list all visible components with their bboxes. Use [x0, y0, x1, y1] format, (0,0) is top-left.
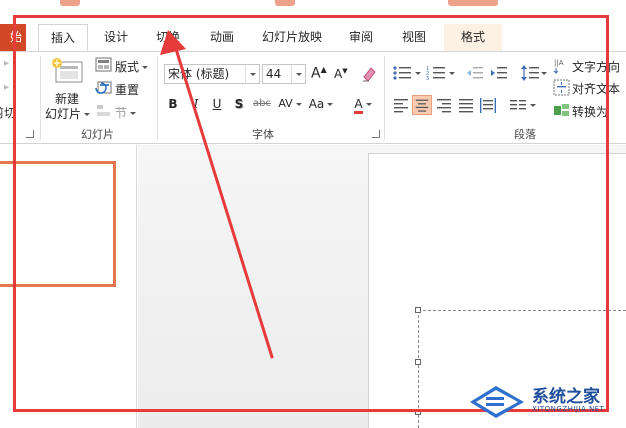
numbering-icon[interactable]: 1 2 3	[426, 65, 456, 81]
resize-handle[interactable]	[415, 307, 421, 313]
font-color-label: A	[354, 97, 363, 114]
group-separator	[157, 56, 158, 140]
convert-smartart-button[interactable]: 转换为	[572, 103, 608, 120]
font-name-combo[interactable]: 宋体 (标题)	[164, 64, 260, 84]
watermark-logo-icon	[470, 386, 524, 418]
new-slide-dropdown[interactable]: 幻灯片	[45, 105, 91, 122]
align-text-icon[interactable]	[553, 79, 570, 96]
title-bar-fragment	[275, 0, 295, 6]
group-separator	[384, 56, 385, 140]
underline-button[interactable]: U	[208, 95, 226, 113]
chevron-down-icon	[365, 103, 372, 106]
cut-button[interactable]: 剪切	[0, 104, 16, 121]
layout-button[interactable]: 版式	[115, 58, 149, 75]
layout-icon[interactable]	[95, 57, 112, 72]
italic-button[interactable]: I	[187, 95, 205, 113]
tab-review[interactable]: 审阅	[341, 24, 381, 51]
watermark-subtitle: XITONGZHIJIA.NET	[532, 405, 605, 413]
align-right-icon[interactable]	[434, 95, 454, 115]
chevron-down-icon	[84, 113, 91, 116]
font-color-button[interactable]: A	[348, 95, 378, 114]
char-spacing-label: AV	[278, 97, 293, 110]
section-icon[interactable]	[95, 103, 112, 118]
font-size-value: 44	[266, 67, 282, 81]
reset-icon[interactable]	[95, 80, 112, 95]
increase-indent-icon[interactable]	[490, 65, 508, 81]
grow-font-label: A	[311, 65, 321, 82]
grow-font-button[interactable]: A▲	[311, 65, 327, 82]
font-name-value: 宋体 (标题)	[168, 67, 230, 81]
columns-icon[interactable]	[508, 95, 538, 115]
align-left-icon[interactable]	[391, 95, 411, 115]
clipboard-launcher-icon[interactable]	[26, 130, 34, 138]
powerpoint-window: 始 插入 设计 切换 动画 幻灯片放映 审阅 视图 格式 ▸ ▸ 剪切 新建 幻…	[0, 0, 626, 428]
tab-file[interactable]: 始	[0, 24, 26, 51]
layout-label: 版式	[115, 60, 140, 74]
title-bar-fragment	[448, 0, 498, 6]
title-bar-fragment	[60, 0, 80, 6]
line-spacing-icon[interactable]	[520, 64, 548, 82]
bullets-icon[interactable]	[392, 65, 422, 81]
chevron-down-icon	[142, 66, 149, 69]
align-text-button[interactable]: 对齐文本	[572, 80, 620, 97]
chevron-down-icon	[327, 103, 334, 106]
slide-thumbnail[interactable]	[0, 161, 116, 287]
text-direction-button[interactable]: 文字方向	[572, 58, 620, 75]
group-separator	[40, 56, 41, 140]
justify-icon[interactable]	[456, 95, 476, 115]
paragraph-group-label: 段落	[514, 128, 536, 141]
chevron-down-icon	[295, 102, 302, 106]
watermark-title: 系统之家	[532, 387, 600, 407]
font-launcher-icon[interactable]	[372, 130, 380, 138]
font-group-label: 字体	[252, 128, 274, 141]
font-size-combo[interactable]: 44	[262, 64, 306, 84]
shrink-font-button[interactable]: A▼	[334, 67, 348, 81]
chevron-down-icon[interactable]	[245, 65, 259, 83]
tab-animations[interactable]: 动画	[202, 24, 242, 51]
text-direction-icon[interactable]: ||A	[553, 57, 570, 74]
align-center-button[interactable]	[412, 95, 432, 115]
slide-thumbnails-pane[interactable]	[0, 145, 137, 428]
slides-group-label: 幻灯片	[81, 128, 114, 141]
new-slide-label-2: 幻灯片	[45, 107, 82, 121]
tab-insert[interactable]: 插入	[38, 24, 88, 52]
new-slide-icon[interactable]	[50, 56, 84, 86]
align-center-icon	[415, 99, 429, 112]
title-bar	[0, 0, 626, 24]
watermark: 系统之家 XITONGZHIJIA.NET	[466, 378, 626, 426]
chevron-down-icon	[130, 112, 137, 115]
shadow-button[interactable]: S	[230, 95, 248, 113]
clear-format-icon[interactable]	[360, 65, 378, 83]
shrink-font-label: A	[334, 67, 343, 81]
tab-slideshow[interactable]: 幻灯片放映	[255, 24, 329, 51]
resize-handle[interactable]	[415, 359, 421, 365]
change-case-label: Aa	[308, 97, 325, 111]
smartart-icon[interactable]	[553, 102, 570, 119]
tab-format[interactable]: 格式	[444, 24, 502, 51]
ribbon: ▸ ▸ 剪切 新建 幻灯片 版式 重置	[0, 51, 626, 144]
chevron-down-icon[interactable]	[291, 65, 305, 83]
change-case-button[interactable]: Aa	[306, 95, 336, 113]
char-spacing-button[interactable]: AV	[276, 95, 304, 113]
section-label: 节	[115, 106, 128, 120]
clipboard-arrow-icon: ▸	[4, 82, 10, 93]
section-button[interactable]: 节	[115, 104, 137, 121]
tab-transitions[interactable]: 切换	[148, 24, 188, 51]
svg-text:3: 3	[426, 76, 429, 81]
resize-handle[interactable]	[415, 409, 421, 415]
clipboard-arrow-icon: ▸	[4, 58, 10, 69]
decrease-indent-icon[interactable]	[466, 65, 484, 81]
ribbon-tabs: 始 插入 设计 切换 动画 幻灯片放映 审阅 视图 格式	[0, 24, 626, 52]
tab-view[interactable]: 视图	[394, 24, 434, 51]
svg-text:||A: ||A	[554, 59, 564, 67]
strikethrough-button[interactable]: abc	[250, 95, 274, 113]
tab-design[interactable]: 设计	[96, 24, 136, 51]
reset-button[interactable]: 重置	[115, 81, 139, 98]
distributed-icon[interactable]	[478, 95, 498, 115]
bold-button[interactable]: B	[164, 95, 182, 113]
